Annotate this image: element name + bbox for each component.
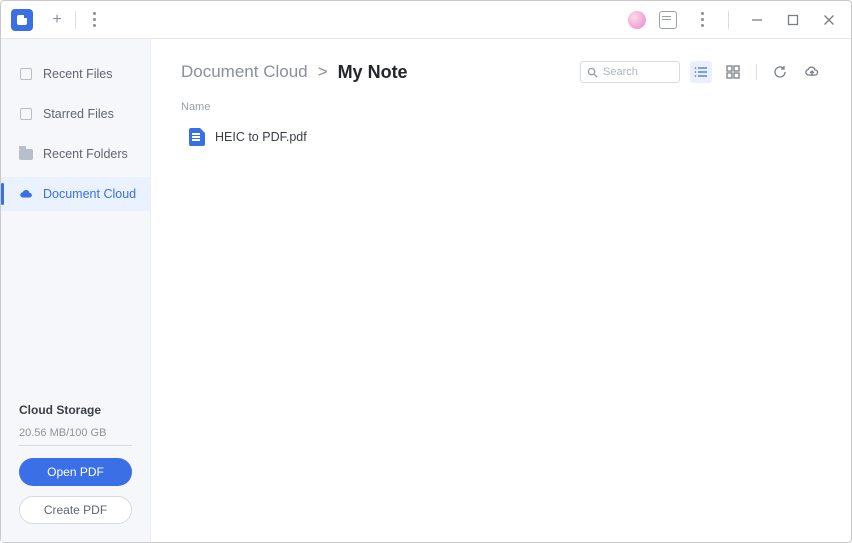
tab-menu-button[interactable] [82,8,106,32]
sidebar-item-label: Starred Files [43,107,114,121]
close-icon [823,14,835,26]
sidebar-item-starred-files[interactable]: Starred Files [1,97,150,131]
titlebar-divider [728,11,729,29]
breadcrumb-root[interactable]: Document Cloud [181,62,308,82]
star-icon [19,107,33,121]
maximize-button[interactable] [779,6,807,34]
sidebar-item-document-cloud[interactable]: Document Cloud [1,177,150,211]
search-icon [587,67,598,78]
breadcrumb: Document Cloud > My Note [181,62,408,83]
storage-section: Cloud Storage 20.56 MB/100 GB [1,403,150,458]
new-tab-button[interactable]: + [45,8,69,32]
upload-button[interactable] [801,61,823,83]
grid-view-icon [726,65,740,79]
titlebar-divider [75,11,76,29]
storage-title: Cloud Storage [19,403,132,417]
storage-usage: 20.56 MB/100 GB [19,427,132,439]
sidebar-item-label: Recent Folders [43,147,128,161]
file-row[interactable]: HEIC to PDF.pdf [181,123,823,151]
minimize-icon [751,14,763,26]
cloud-icon [19,187,33,201]
file-list: HEIC to PDF.pdf [181,123,823,151]
main-panel: Document Cloud > My Note [151,39,851,542]
sidebar-item-recent-folders[interactable]: Recent Folders [1,137,150,171]
column-header-name: Name [181,101,823,113]
titlebar: + [1,1,851,39]
more-menu-button[interactable] [690,8,714,32]
pdf-file-icon [189,128,205,146]
list-view-button[interactable] [690,61,712,83]
app-logo-icon [11,9,33,31]
search-box[interactable] [580,61,680,83]
sidebar-item-recent-files[interactable]: Recent Files [1,57,150,91]
feedback-button[interactable] [654,6,682,34]
refresh-button[interactable] [769,61,791,83]
create-pdf-button[interactable]: Create PDF [19,496,132,524]
cloud-upload-icon [805,65,819,79]
sidebar-item-label: Recent Files [43,67,112,81]
close-button[interactable] [815,6,843,34]
refresh-icon [773,65,787,79]
app-window: + Recent Files [0,0,852,543]
storage-divider [19,445,132,446]
sidebar-item-label: Document Cloud [43,187,136,201]
breadcrumb-current: My Note [338,62,408,83]
toolbar-divider [756,64,757,80]
toolbar [580,61,823,83]
maximize-icon [787,14,799,26]
chevron-right-icon: > [318,62,328,82]
minimize-button[interactable] [743,6,771,34]
open-pdf-button[interactable]: Open PDF [19,458,132,486]
account-avatar-icon[interactable] [628,11,646,29]
folder-icon [19,147,33,161]
chat-icon [659,11,677,29]
sidebar: Recent Files Starred Files Recent Folder… [1,39,151,542]
file-icon [19,67,33,81]
search-input[interactable] [603,66,667,78]
file-name: HEIC to PDF.pdf [215,130,307,144]
main-header: Document Cloud > My Note [181,61,823,83]
list-view-icon [694,65,708,79]
grid-view-button[interactable] [722,61,744,83]
